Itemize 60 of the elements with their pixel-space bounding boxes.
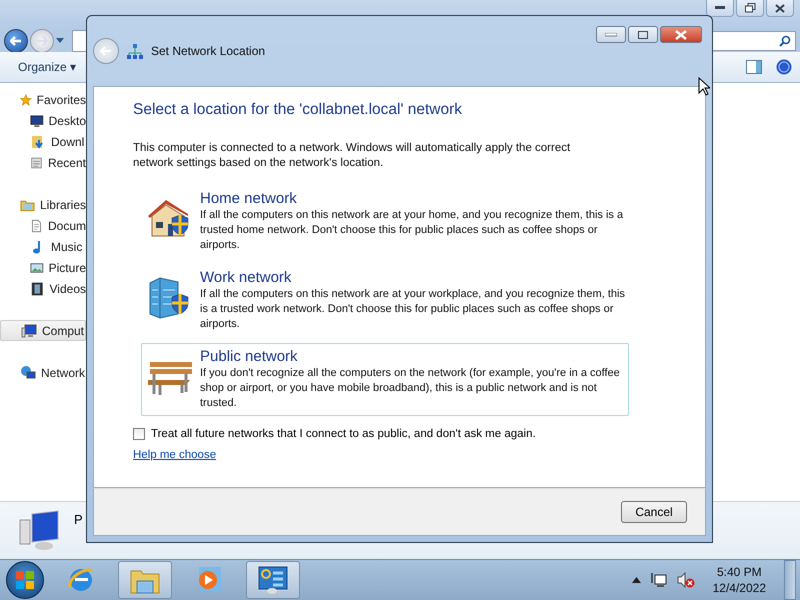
taskbar-button[interactable] — [118, 561, 172, 599]
nav-item[interactable]: Picture — [0, 257, 86, 278]
control-panel-icon[interactable] — [257, 565, 289, 595]
network-icon — [127, 43, 143, 59]
close-button[interactable] — [766, 0, 794, 17]
show-hidden-icon[interactable] — [632, 577, 641, 583]
start-button[interactable] — [6, 561, 44, 599]
network-option[interactable]: Public network If you don't recognize all the computers on the network (for example, you're in a coffee shop or airport, or you have mobile broadband), this is a public network and is not trusted. — [141, 343, 629, 416]
arrow-left-icon — [100, 46, 112, 56]
help-link[interactable]: Help me choose — [133, 449, 216, 461]
minimize-icon — [605, 32, 617, 36]
nav-item[interactable]: Comput — [0, 320, 86, 341]
nav-item[interactable]: Recent — [0, 152, 86, 173]
nav-item[interactable]: Libraries — [0, 194, 86, 215]
search-icon — [779, 35, 791, 47]
nav-item[interactable]: Docum — [0, 215, 86, 236]
restore-button[interactable] — [736, 0, 764, 17]
desktop-icon — [30, 112, 44, 128]
maximize-icon — [638, 30, 648, 38]
minimize-icon — [715, 6, 725, 10]
intro-text: This computer is connected to a network. Windows will automatically apply the correct network settings based on the network's location. — [133, 141, 572, 171]
nav-item[interactable]: Downl — [0, 131, 86, 152]
network-icon — [20, 364, 36, 380]
help-icon[interactable] — [776, 59, 792, 75]
clock[interactable]: 5:40 PM 12/4/2022 — [712, 564, 766, 596]
arrow-right-icon — [36, 36, 48, 46]
cancel-button[interactable]: Cancel — [621, 501, 687, 523]
star-icon — [20, 92, 32, 108]
nav-item[interactable]: Videos — [0, 278, 86, 299]
preview-pane-icon[interactable] — [746, 60, 762, 74]
computer-name: P — [74, 512, 83, 527]
dropdown-icon[interactable] — [56, 38, 64, 44]
speaker-muted-icon[interactable] — [676, 572, 695, 588]
taskbar-button[interactable] — [246, 561, 300, 599]
windows-logo-icon — [15, 570, 35, 590]
checkbox[interactable] — [133, 428, 145, 440]
organize-menu[interactable]: Organize ▾ — [18, 60, 76, 74]
back-button[interactable] — [4, 29, 28, 53]
window-title: Set Network Location — [151, 44, 266, 58]
nav-item[interactable]: Music — [0, 236, 86, 257]
dialog-heading: Select a location for the 'collabnet.local' network — [133, 101, 464, 119]
network-icon[interactable] — [650, 572, 667, 588]
computer-icon — [21, 322, 37, 338]
minimize-button[interactable] — [596, 26, 626, 43]
close-icon — [775, 4, 785, 12]
maximize-button[interactable] — [628, 26, 658, 43]
minimize-button[interactable] — [706, 0, 734, 17]
close-button[interactable] — [660, 26, 702, 43]
nav-item[interactable]: Network — [0, 362, 86, 383]
nav-item[interactable]: Favorites — [0, 89, 86, 110]
nav-item[interactable]: Deskto — [0, 110, 86, 131]
close-icon — [675, 30, 687, 40]
video-icon — [30, 280, 45, 296]
document-icon — [30, 218, 43, 234]
restore-icon — [744, 3, 756, 13]
search-field[interactable] — [710, 31, 796, 51]
recent-icon — [30, 154, 43, 170]
arrow-left-icon — [10, 36, 22, 46]
show-desktop-button[interactable] — [784, 560, 796, 600]
checkbox-label: Treat all future networks that I connect to as public, and don't ask me again. — [151, 428, 536, 440]
